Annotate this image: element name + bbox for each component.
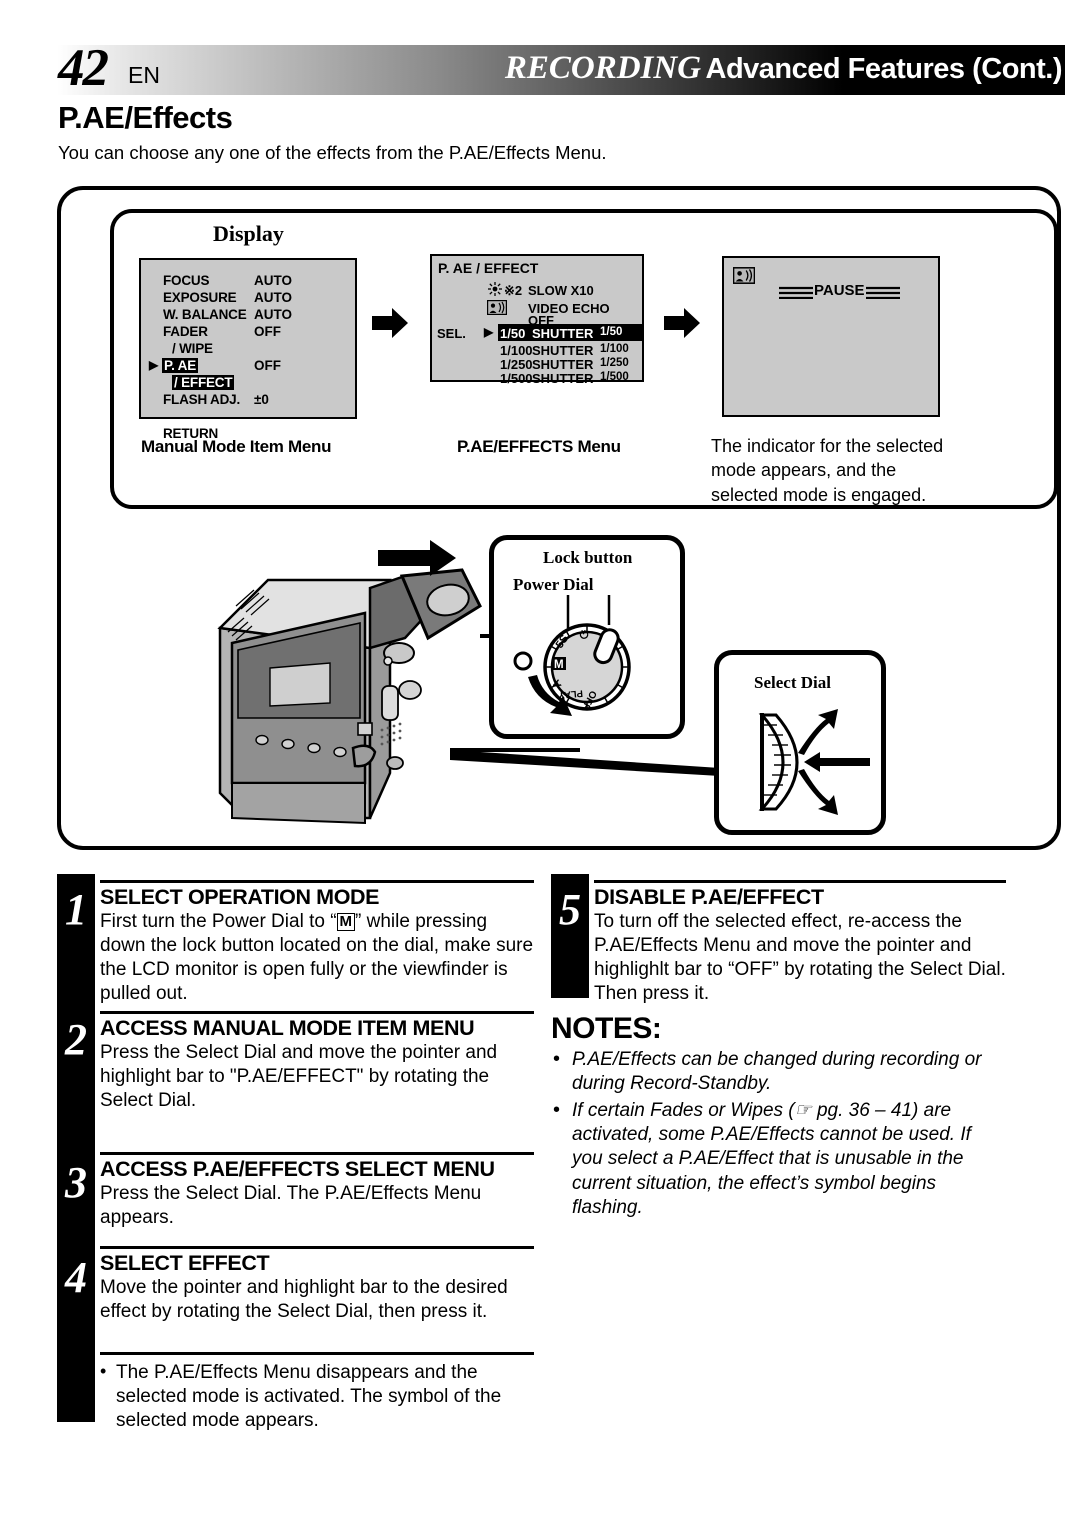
power-dial-label: Power Dial <box>513 575 594 594</box>
lock-button-label: Lock button <box>543 548 633 567</box>
page-language-code: EN <box>128 62 160 88</box>
step-number: 3 <box>65 1158 87 1207</box>
menu-row-value: AUTO <box>254 307 293 322</box>
manual-mode-glyph: M <box>336 913 356 931</box>
step-body-pre: First turn the Power Dial to “ <box>100 911 337 933</box>
step-body: Press the Select Dial. The P.AE/Effects … <box>100 1183 482 1229</box>
step-2: ACCESS MANUAL MODE ITEM MENU Press the S… <box>100 1011 534 1113</box>
menu-row-label: FADER <box>163 324 208 339</box>
step-number: 4 <box>65 1253 87 1302</box>
effects-menu-pointer-icon: ▶ <box>484 325 494 339</box>
step-heading: ACCESS MANUAL MODE ITEM MENU <box>100 1016 475 1040</box>
note-item: P.AE/Effects can be changed during recor… <box>551 1047 1006 1097</box>
caption-manual-menu: Manual Mode Item Menu <box>141 437 332 456</box>
step-body: First turn the Power Dial to “M” while p… <box>100 910 534 1006</box>
menu-row-value: AUTO <box>254 273 293 288</box>
effects-row-label: SHUTTER <box>532 343 594 358</box>
footnote-text: The P.AE/Effects Menu disappears and the… <box>100 1360 534 1433</box>
intro-paragraph: You can choose any one of the effects fr… <box>58 142 607 163</box>
menu-row-value: OFF <box>254 358 281 373</box>
header-title-bold: Advanced Features (Cont.) <box>705 53 1063 85</box>
menu-row-label: / WIPE <box>172 341 213 356</box>
effects-menu-title: P. AE / EFFECT <box>438 260 539 276</box>
caption-result-screen: The indicator for the selected mode appe… <box>711 436 944 505</box>
effects-row-label: SHUTTER <box>532 357 594 372</box>
step-body: Move the pointer and highlight bar to th… <box>100 1277 508 1323</box>
menu-row-value: ±0 <box>254 392 269 407</box>
sun-icon <box>488 282 502 296</box>
result-indicator-screen: PAUSE <box>722 256 940 417</box>
pause-label: PAUSE <box>814 282 865 299</box>
menu-row-label-highlighted: P. AE <box>162 358 199 373</box>
flow-arrow-icon <box>664 308 700 338</box>
svg-text:M: M <box>554 659 564 671</box>
menu-row-label: W. BALANCE <box>163 307 247 322</box>
menu-pointer-icon: ▶ <box>149 358 159 372</box>
effects-row-label-highlighted: SHUTTER <box>532 326 594 341</box>
step-5: DISABLE P.AE/EFFECT To turn off the sele… <box>594 880 1006 1006</box>
effects-row-label: SLOW X10 <box>528 283 594 298</box>
note-item: If certain Fades or Wipes (☞ pg. 36 – 41… <box>551 1098 1006 1221</box>
power-dial-diagram: ⏻ 5S M A PLAY OFF <box>513 595 631 716</box>
page-title: P.AE/Effects <box>58 100 233 135</box>
sel-label: SEL. <box>437 326 466 341</box>
manual-mode-item-menu-screen: FOCUS AUTO EXPOSURE AUTO W. BALANCE AUTO… <box>139 258 357 441</box>
step-heading: SELECT EFFECT <box>100 1251 270 1275</box>
menu-row-label-highlighted: / EFFECT <box>172 375 235 390</box>
video-echo-icon <box>487 300 507 315</box>
step-heading: SELECT OPERATION MODE <box>100 885 380 909</box>
menu-row-value: AUTO <box>254 290 293 305</box>
effects-row-label: SHUTTER <box>532 371 594 386</box>
menu-row-label: FLASH ADJ. <box>163 392 241 407</box>
step-heading: DISABLE P.AE/EFFECT <box>594 885 824 909</box>
effects-row-icontext: 1/250 <box>500 357 533 372</box>
header-title: RECORDING Advanced Features (Cont.) <box>504 50 1063 87</box>
display-heading: Display <box>213 221 284 246</box>
step-1: SELECT OPERATION MODE First turn the Pow… <box>100 880 534 1006</box>
effects-row-suffix: 1/250 <box>600 357 629 369</box>
select-dial-label: Select Dial <box>754 673 831 692</box>
effects-row-icontext: ※2 <box>504 283 523 298</box>
select-dial-diagram <box>758 709 870 815</box>
page-number: 42 <box>58 39 109 97</box>
menu-row-value: OFF <box>254 324 281 339</box>
caption-effects-menu: P.AE/EFFECTS Menu <box>457 437 621 456</box>
step-3: ACCESS P.AE/EFFECTS SELECT MENU Press th… <box>100 1152 534 1230</box>
effects-row-suffix: 1/500 <box>600 371 629 383</box>
step-4: SELECT EFFECT Move the pointer and highl… <box>100 1246 534 1324</box>
step-body: Press the Select Dial and move the point… <box>100 1042 498 1111</box>
step-heading: ACCESS P.AE/EFFECTS SELECT MENU <box>100 1157 495 1181</box>
effects-row-suffix-highlighted: 1/50 <box>600 326 623 338</box>
steps-left-accent-bar <box>57 874 95 1422</box>
step-number: 2 <box>65 1015 87 1064</box>
pause-bars-left-icon <box>779 286 813 299</box>
effects-row-icontext: 1/500 <box>500 371 533 386</box>
effects-row-suffix: 1/100 <box>600 343 629 355</box>
step-4-footnote: The P.AE/Effects Menu disappears and the… <box>100 1352 534 1433</box>
notes-heading: NOTES: <box>551 1012 662 1045</box>
pause-bars-right-icon <box>866 286 900 299</box>
menu-row-label: EXPOSURE <box>163 290 237 305</box>
flow-arrow-icon <box>372 308 408 338</box>
step-number: 5 <box>559 885 581 934</box>
header-title-italic: RECORDING <box>504 50 702 86</box>
svg-text:PLAY: PLAY <box>557 687 583 700</box>
step-body: To turn off the selected effect, re-acce… <box>594 911 1006 1004</box>
effects-row-icontext: 1/100 <box>500 343 533 358</box>
menu-row-label: FOCUS <box>163 273 210 288</box>
step-number: 1 <box>65 885 87 934</box>
notes-list: P.AE/Effects can be changed during recor… <box>551 1047 1006 1222</box>
video-echo-indicator-icon <box>733 267 755 284</box>
pae-effects-menu-screen: P. AE / EFFECT ※2 SLOW X10 VIDEO ECHO OF… <box>430 254 644 386</box>
effects-row-icontext-highlighted: 1/50 <box>500 326 526 341</box>
